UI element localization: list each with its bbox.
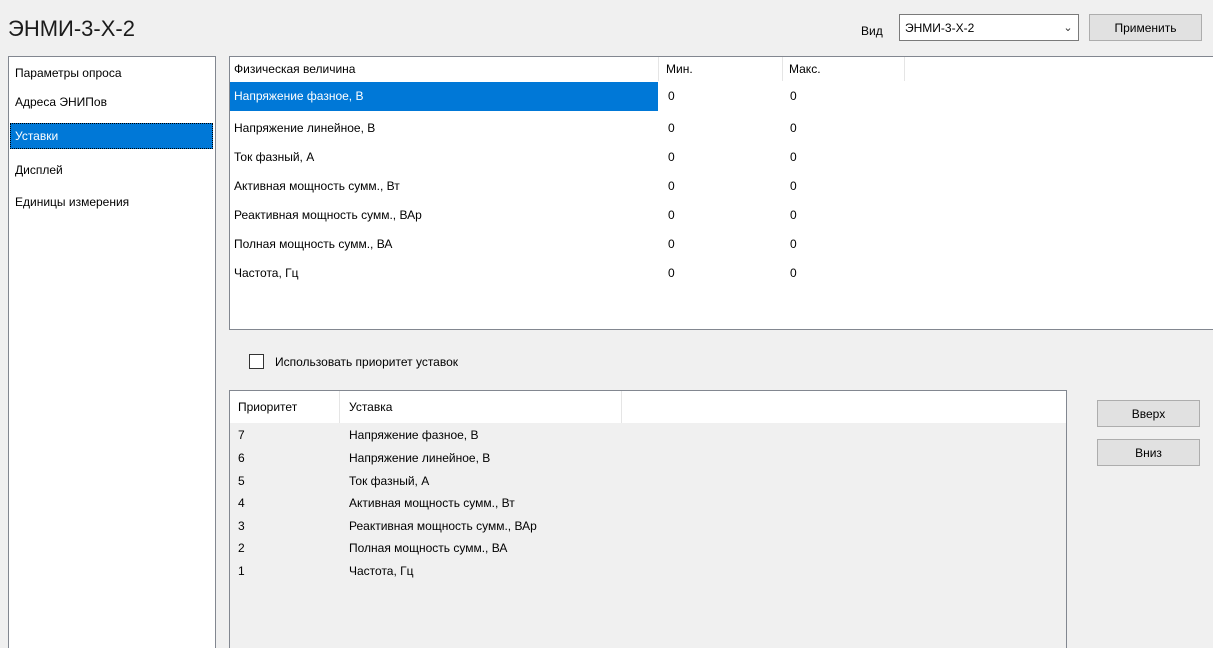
chevron-down-icon: ⌄	[1063, 22, 1073, 34]
view-select[interactable]: ЭНМИ-3-Х-2 ⌄	[899, 14, 1079, 41]
list-item[interactable]: 1 Частота, Гц	[230, 560, 1066, 582]
sidebar-item-enip-addresses[interactable]: Адреса ЭНИПов	[10, 89, 213, 115]
max-cell: 0	[790, 121, 797, 135]
quantity-cell: Реактивная мощность сумм., ВАр	[234, 208, 422, 222]
table-row[interactable]: Полная мощность сумм., ВА 0 0	[230, 230, 1213, 259]
quantity-cell: Напряжение фазное, В	[230, 82, 658, 111]
quantity-cell: Частота, Гц	[234, 266, 299, 280]
view-label: Вид	[861, 24, 883, 38]
list-item[interactable]: 6 Напряжение линейное, В	[230, 447, 1066, 469]
max-cell: 0	[790, 89, 797, 103]
setpoint-cell: Активная мощность сумм., Вт	[349, 496, 515, 510]
table-row[interactable]: Напряжение линейное, В 0 0	[230, 114, 1213, 143]
min-cell: 0	[668, 237, 675, 251]
column-divider[interactable]	[621, 391, 622, 423]
page-title: ЭНМИ-3-Х-2	[8, 16, 135, 41]
table-row[interactable]: Реактивная мощность сумм., ВАр 0 0	[230, 201, 1213, 230]
column-header-setpoint[interactable]: Уставка	[349, 391, 392, 423]
min-cell: 0	[668, 89, 675, 103]
use-priority-label[interactable]: Использовать приоритет уставок	[275, 355, 458, 369]
sidebar-item-units[interactable]: Единицы измерения	[10, 189, 213, 215]
max-cell: 0	[790, 266, 797, 280]
min-cell: 0	[668, 208, 675, 222]
quantity-cell: Активная мощность сумм., Вт	[234, 179, 400, 193]
priority-cell: 6	[238, 451, 245, 465]
column-header-min[interactable]: Мин.	[666, 57, 693, 81]
setpoint-cell: Напряжение линейное, В	[349, 451, 491, 465]
setpoint-cell: Частота, Гц	[349, 564, 414, 578]
apply-button[interactable]: Применить	[1089, 14, 1202, 41]
move-down-button[interactable]: Вниз	[1097, 439, 1200, 466]
column-header-priority[interactable]: Приоритет	[238, 391, 297, 423]
setpoint-cell: Полная мощность сумм., ВА	[349, 541, 508, 555]
column-divider[interactable]	[658, 57, 659, 81]
priority-cell: 4	[238, 496, 245, 510]
setpoint-cell: Ток фазный, А	[349, 474, 430, 488]
max-cell: 0	[790, 179, 797, 193]
move-up-button[interactable]: Вверх	[1097, 400, 1200, 427]
column-header-max[interactable]: Макс.	[789, 57, 821, 81]
priority-table-header: Приоритет Уставка	[230, 391, 1066, 423]
setpoint-cell: Напряжение фазное, В	[349, 428, 479, 442]
priority-cell: 1	[238, 564, 245, 578]
max-cell: 0	[790, 150, 797, 164]
priority-cell: 2	[238, 541, 245, 555]
sidebar-item-setpoints[interactable]: Уставки	[10, 123, 213, 149]
quantity-cell: Полная мощность сумм., ВА	[234, 237, 393, 251]
priority-cell: 3	[238, 519, 245, 533]
priority-cell: 7	[238, 428, 245, 442]
list-item[interactable]: 5 Ток фазный, А	[230, 470, 1066, 492]
setpoint-cell: Реактивная мощность сумм., ВАр	[349, 519, 537, 533]
view-select-value: ЭНМИ-3-Х-2	[905, 20, 975, 35]
priority-cell: 5	[238, 474, 245, 488]
list-item[interactable]: 2 Полная мощность сумм., ВА	[230, 537, 1066, 559]
sidebar-item-poll-params[interactable]: Параметры опроса	[10, 60, 213, 86]
sidebar-item-display[interactable]: Дисплей	[10, 157, 213, 183]
list-item[interactable]: 4 Активная мощность сумм., Вт	[230, 492, 1066, 514]
priority-table[interactable]: Приоритет Уставка 7 Напряжение фазное, В…	[229, 390, 1067, 648]
min-cell: 0	[668, 150, 675, 164]
physical-quantity-table[interactable]: Физическая величина Мин. Макс. Напряжени…	[229, 56, 1213, 330]
sidebar: Параметры опроса Адреса ЭНИПов Уставки Д…	[8, 56, 216, 648]
min-cell: 0	[668, 121, 675, 135]
list-item[interactable]: 3 Реактивная мощность сумм., ВАр	[230, 515, 1066, 537]
max-cell: 0	[790, 208, 797, 222]
min-cell: 0	[668, 266, 675, 280]
min-cell: 0	[668, 179, 675, 193]
table-row[interactable]: Частота, Гц 0 0	[230, 259, 1213, 288]
column-divider[interactable]	[904, 57, 905, 81]
table-row[interactable]: Ток фазный, А 0 0	[230, 143, 1213, 172]
list-item[interactable]: 7 Напряжение фазное, В	[230, 424, 1066, 446]
table-row[interactable]: Активная мощность сумм., Вт 0 0	[230, 172, 1213, 201]
max-cell: 0	[790, 237, 797, 251]
use-priority-checkbox[interactable]	[249, 354, 264, 369]
quantity-cell: Ток фазный, А	[234, 150, 315, 164]
quantity-cell: Напряжение линейное, В	[234, 121, 376, 135]
column-divider[interactable]	[782, 57, 783, 81]
column-header-quantity[interactable]: Физическая величина	[234, 57, 355, 81]
table-row[interactable]: Напряжение фазное, В 0 0	[230, 82, 1213, 111]
column-divider[interactable]	[339, 391, 340, 423]
